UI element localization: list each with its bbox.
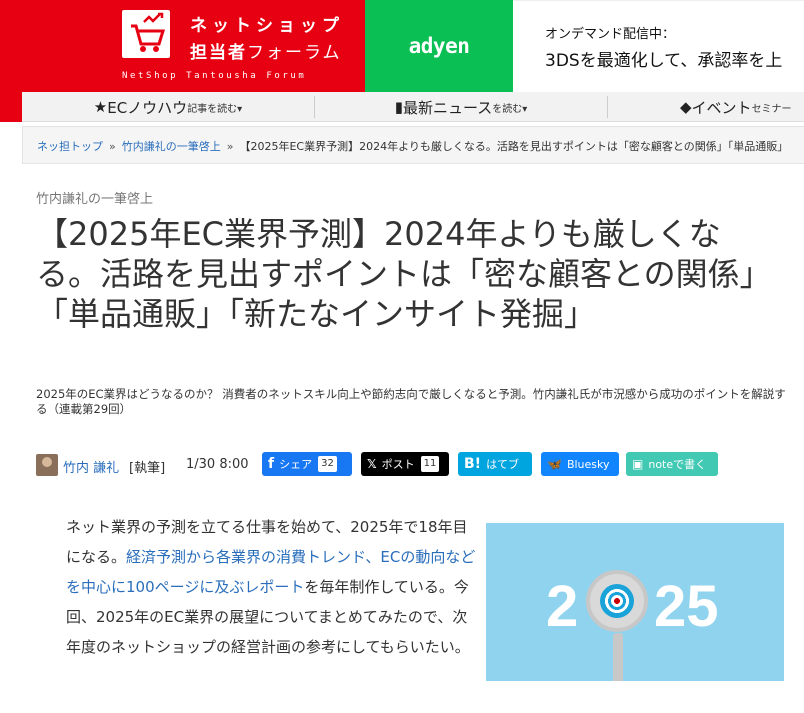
breadcrumb-home[interactable]: ネッ担トップ (37, 140, 103, 153)
magnifier-handle (613, 633, 623, 681)
nav-label: 最新ニュース (402, 98, 493, 117)
bluesky-share-button[interactable]: 🦋 Bluesky (541, 452, 619, 476)
note-icon: ▣ (632, 457, 644, 471)
article-lead: 2025年のEC業界はどうなるのか？ 消費者のネットスキル向上や節約志向で厳しく… (36, 387, 786, 416)
hatena-icon: B! (464, 456, 482, 472)
star-icon: ★ (93, 98, 108, 116)
share-count: 11 (420, 456, 440, 472)
article-body: ネット業界の予測を立てる仕事を始めて、2025年で18年目になる。経済予測から各… (66, 518, 476, 656)
breadcrumb-separator: » (226, 140, 234, 153)
ad-line-2: 3DSを最適化して、承認率を上 (545, 51, 783, 71)
breadcrumb-category[interactable]: 竹内謙礼の一筆啓上 (122, 140, 221, 153)
nav-label: イベント (691, 98, 752, 117)
nav-sublabel: を読む▾ (492, 103, 528, 115)
logo-title: ネットショップ (190, 16, 344, 36)
share-count: 32 (318, 456, 337, 472)
x-post-button[interactable]: 𝕏 ポスト 11 (361, 452, 449, 476)
nav-sublabel: 記事を読む▾ (187, 103, 243, 115)
author-avatar[interactable] (36, 454, 58, 476)
ad-banner-brand[interactable]: adyen (365, 0, 513, 92)
x-icon: 𝕏 (367, 457, 377, 471)
share-label: noteで書く (648, 458, 707, 471)
butterfly-icon: 🦋 (547, 457, 562, 471)
breadcrumb: ネッ担トップ » 竹内謙礼の一筆啓上 » 【2025年EC業界予測】2024年よりも厳し… (22, 126, 804, 164)
adyen-logo: adyen (408, 34, 470, 58)
breadcrumb-separator: » (109, 140, 116, 153)
hatena-bookmark-button[interactable]: B! はてブ (458, 452, 532, 476)
share-label: シェア (279, 458, 313, 471)
magnifier-target-icon (586, 570, 648, 632)
article-title: 【2025年EC業界予測】2024年よりも厳しくなる。活路を見出すポイントは「密… (36, 215, 772, 333)
author-link[interactable]: 竹内 謙礼 (63, 457, 119, 476)
share-label: ポスト (381, 458, 415, 471)
tag-icon: ◆ (680, 98, 692, 116)
nav-ec-knowhow[interactable]: ★ ECノウハウ 記事を読む▾ (22, 92, 314, 122)
nav-sublabel: セミナー (751, 103, 792, 115)
byline: 竹内 謙礼 [執筆] 1/30 8:00 f シェア 32 𝕏 ポスト 11 B… (36, 452, 796, 478)
site-logo[interactable]: ネットショップ 担当者フォーラム NetShop Tantousha Forum (0, 0, 365, 92)
article-category[interactable]: 竹内謙礼の一筆啓上 (36, 188, 153, 207)
nav-accent (0, 92, 22, 122)
logo-title-2: 担当者フォーラム (190, 43, 342, 63)
shopping-cart-icon (122, 10, 170, 58)
share-label: Bluesky (566, 457, 610, 471)
nav-events[interactable]: ◆ イベント セミナー (608, 92, 804, 122)
hero-digit-right: 25 (654, 574, 719, 639)
share-label: はてブ (486, 458, 520, 471)
ad-line-1: オンデマンド配信中： (545, 27, 676, 42)
site-header: ネットショップ 担当者フォーラム NetShop Tantousha Forum… (0, 0, 804, 92)
publish-date: 1/30 8:00 (186, 457, 249, 472)
facebook-icon: f (268, 456, 275, 472)
document-icon: ▮ (394, 98, 403, 116)
ad-banner-text[interactable]: オンデマンド配信中： 3DSを最適化して、承認率を上 (513, 0, 804, 92)
logo-subtitle: NetShop Tantousha Forum (122, 71, 307, 81)
author-role: [執筆] (129, 461, 166, 476)
nav-label: ECノウハウ (107, 98, 188, 117)
note-write-button[interactable]: ▣ noteで書く (626, 452, 718, 476)
nav-news[interactable]: ▮ 最新ニュース を読む▾ (315, 92, 607, 122)
main-nav: ★ ECノウハウ 記事を読む▾ ▮ 最新ニュース を読む▾ ◆ イベント セミナ… (22, 92, 804, 122)
hero-digit-left: 2 (546, 574, 579, 639)
facebook-share-button[interactable]: f シェア 32 (262, 452, 352, 476)
article-hero-image: 2 25 (486, 523, 784, 681)
breadcrumb-current: 【2025年EC業界予測】2024年よりも厳しくなる。活路を見出すポイントは「密… (239, 140, 789, 153)
